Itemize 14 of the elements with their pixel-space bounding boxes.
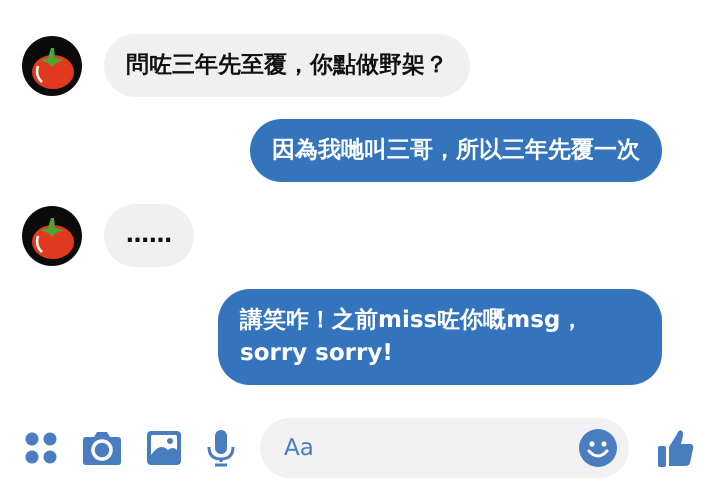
message-bubble: 因為我哋叫三哥，所以三年先覆一次 [250,119,662,182]
message-field[interactable]: Aa [260,418,629,478]
camera-icon[interactable] [82,430,122,466]
image-icon[interactable] [146,430,182,466]
smiley-icon[interactable] [579,429,617,467]
tomato-avatar [22,206,82,266]
message-bubble: …… [104,204,194,267]
microphone-icon[interactable] [206,429,236,467]
thumbs-up-icon[interactable] [657,428,695,468]
message-bubble: 問咗三年先至覆，你點做野架？ [104,34,470,97]
apps-icon[interactable] [24,431,58,465]
message-input[interactable]: Aa [282,434,579,462]
tomato-avatar [22,36,82,96]
message-bubble: 講笑咋！之前miss咗你嘅msg，sorry sorry! [218,289,662,385]
